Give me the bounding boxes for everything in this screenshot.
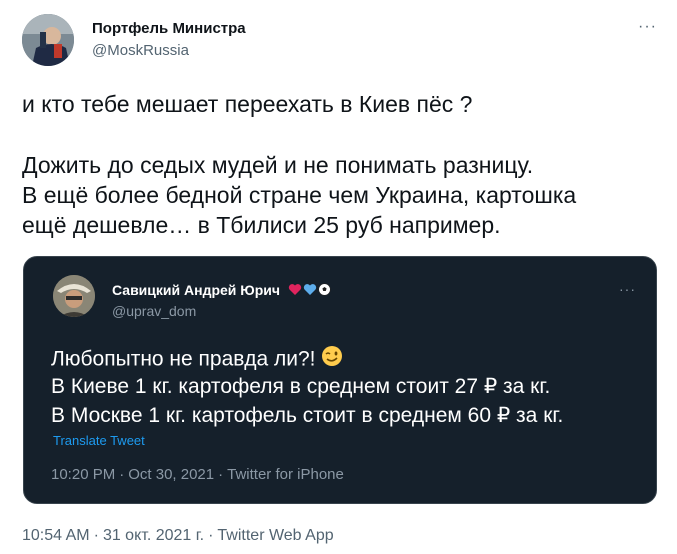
blue-heart-icon [303,283,317,299]
quote-author-name[interactable]: Савицкий Андрей Юрич [112,282,280,298]
soccer-ball-icon [318,283,331,299]
author-avatar-image [22,14,74,66]
winking-face-icon [321,345,343,375]
tweet-meta: 10:54 AM · 31 окт. 2021 г. · Twitter Web App [22,527,334,544]
tweet-text-line-2: Дожить до седых мудей и не понимать разн… [22,152,534,178]
quote-text-line-1-label: Любопытно не правда ли?! [51,347,316,371]
quote-date[interactable]: Oct 30, 2021 [128,466,214,483]
author-handle[interactable]: @MoskRussia [92,42,189,59]
quoted-tweet[interactable]: Савицкий Андрей Юрич @uprav_dom ··· Любо… [23,256,657,504]
translate-tweet-link[interactable]: Translate Tweet [53,433,145,448]
quote-text-line-3: В Москве 1 кг. картофель стоит в среднем… [51,404,564,427]
quote-time[interactable]: 10:20 PM [51,466,115,483]
quote-more-options-icon[interactable]: ··· [619,281,636,297]
tweet-time[interactable]: 10:54 AM [22,527,90,544]
author-avatar[interactable] [22,14,74,66]
quote-source[interactable]: Twitter for iPhone [227,466,344,483]
quote-text-line-2: В Киеве 1 кг. картофеля в среднем стоит … [51,375,551,398]
quote-author-avatar-image [53,275,95,317]
quote-author-name-row[interactable]: Савицкий Андрей Юрич [112,282,331,299]
tweet-source[interactable]: Twitter Web App [217,527,333,544]
red-heart-icon [288,283,302,299]
tweet-text-line-4: ещё дешевле… в Тбилиси 25 руб например. [22,212,501,238]
quote-text-line-1: Любопытно не правда ли?! [51,345,343,375]
tweet-date[interactable]: 31 окт. 2021 г. [103,527,204,544]
tweet-text-line-3: В ещё более бедной стране чем Украина, к… [22,182,577,208]
quote-meta: 10:20 PM · Oct 30, 2021 · Twitter for iPhone [51,466,344,483]
more-options-icon[interactable]: ··· [638,18,657,36]
tweet-text-line-1: и кто тебе мешает переехать в Киев пёс ? [22,91,473,117]
quote-author-avatar[interactable] [53,275,95,317]
quote-author-handle[interactable]: @uprav_dom [112,303,196,319]
author-name[interactable]: Портфель Министра [92,20,246,37]
